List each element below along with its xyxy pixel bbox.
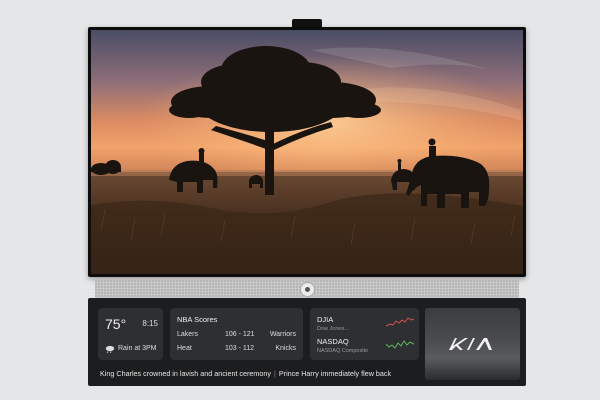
nba-scores-widget[interactable]: NBA Scores Lakers 106 - 121 Warriors Hea… bbox=[170, 308, 303, 360]
away-team: Warriors bbox=[269, 331, 296, 338]
news-headline: Prince Harry immediately flew back bbox=[278, 369, 392, 378]
savanna-sunset-image bbox=[91, 30, 523, 274]
kia-logo bbox=[449, 338, 492, 350]
tv-screen bbox=[91, 30, 523, 274]
tv-frame bbox=[88, 27, 526, 277]
weather-temperature: 75° bbox=[105, 316, 127, 332]
clock-time: 8:15 bbox=[142, 319, 158, 328]
kia-ad-banner[interactable] bbox=[425, 308, 520, 380]
rain-cloud-icon bbox=[105, 345, 115, 353]
ticker-separator: | bbox=[274, 369, 276, 378]
home-team: Heat bbox=[177, 345, 192, 352]
soundbar-camera-icon bbox=[300, 282, 315, 297]
weather-widget[interactable]: 75° 8:15 Rain at 3PM bbox=[98, 308, 163, 360]
nasdaq-sparkline-icon bbox=[386, 340, 414, 349]
stock-name-nasdaq: NASDAQ bbox=[317, 337, 349, 346]
game-score: 106 - 121 bbox=[225, 331, 255, 338]
weather-forecast: Rain at 3PM bbox=[118, 345, 157, 352]
nba-title: NBA Scores bbox=[177, 315, 218, 324]
news-headline: King Charles crowned in lavish and ancie… bbox=[100, 369, 271, 378]
djia-sparkline-icon bbox=[386, 317, 414, 327]
away-team: Knicks bbox=[275, 345, 296, 352]
home-team: Lakers bbox=[177, 331, 199, 338]
stocks-widget[interactable]: DJIA Dow Jones... NASDAQ NASDAQ Composit… bbox=[310, 308, 419, 360]
soundbar bbox=[95, 280, 519, 298]
game-score: 103 - 112 bbox=[225, 345, 255, 352]
stock-subtitle: NASDAQ Composite bbox=[317, 348, 369, 354]
smart-panel: 75° 8:15 Rain at 3PM NBA Scores Lakers 1… bbox=[88, 298, 526, 386]
stock-subtitle: Dow Jones... bbox=[317, 326, 349, 332]
news-ticker[interactable]: King Charles crowned in lavish and ancie… bbox=[100, 369, 420, 381]
stock-name-djia: DJIA bbox=[317, 315, 334, 324]
